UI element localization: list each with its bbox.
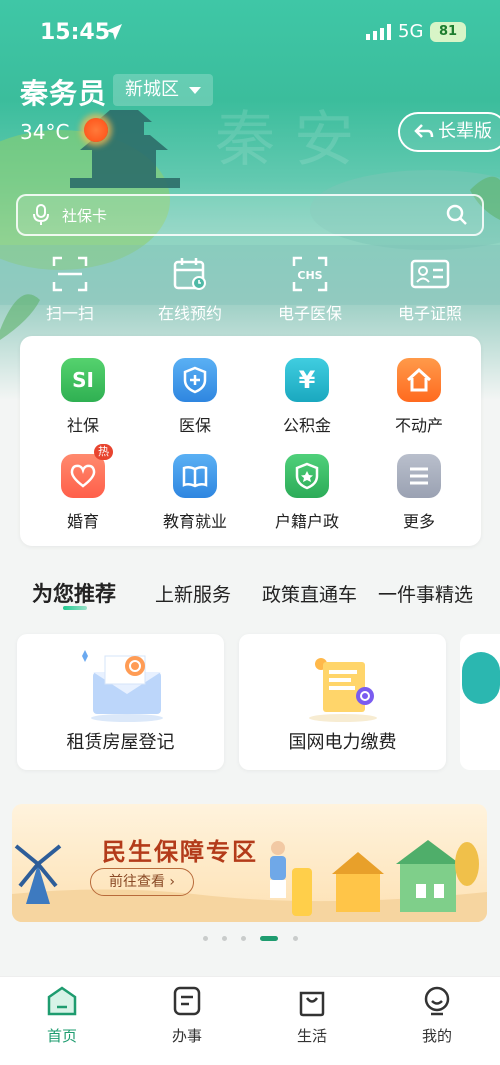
tab-active-indicator — [63, 606, 87, 610]
status-bar: 15:45 5G 81 — [0, 0, 500, 64]
tab-featured[interactable]: 一件事精选 — [378, 580, 473, 607]
elder-mode-label: 长辈版 — [438, 121, 492, 142]
service-household-registration[interactable]: 户籍户政 — [252, 454, 362, 532]
nav-home[interactable]: 首页 — [22, 985, 102, 1046]
envelope-search-icon — [82, 650, 163, 722]
carousel-dot[interactable] — [293, 936, 298, 941]
hot-badge: 热 — [94, 444, 113, 460]
carousel-dot[interactable] — [222, 936, 227, 941]
calendar-icon — [173, 258, 206, 290]
home-icon — [47, 986, 77, 1016]
yen-icon: ¥ — [285, 358, 329, 402]
service-label: 更多 — [402, 512, 435, 531]
service-label: 教育就业 — [162, 512, 227, 531]
nav-services[interactable]: 办事 — [147, 985, 227, 1046]
service-label: 社保 — [66, 416, 99, 435]
nav-life-label: 生活 — [296, 1027, 327, 1045]
service-medical-insurance[interactable]: 医保 — [140, 358, 250, 436]
quick-appointment-label: 在线预约 — [157, 304, 222, 323]
bill-search-icon — [309, 658, 377, 722]
service-label: 不动产 — [394, 416, 443, 435]
carousel-dot[interactable] — [203, 936, 208, 941]
card-electricity-payment[interactable]: 国网电力缴费 — [239, 634, 446, 770]
search-bar[interactable]: 社保卡 — [16, 194, 484, 236]
robot-icon — [462, 652, 500, 704]
user-name: 秦务员 — [20, 77, 108, 110]
service-education-employment[interactable]: 教育就业 — [140, 454, 250, 532]
card-next-peek[interactable] — [460, 634, 500, 770]
document-icon — [173, 986, 201, 1016]
sun-icon — [84, 118, 108, 142]
id-card-icon — [410, 259, 450, 289]
service-marriage-birth[interactable]: 热 婚育 — [28, 444, 138, 532]
nav-home-label: 首页 — [46, 1027, 77, 1045]
heart-icon: 热 — [61, 444, 113, 498]
smile-icon — [424, 986, 450, 1016]
service-label: 户籍户政 — [274, 512, 339, 531]
quick-medical-insurance-label: 电子医保 — [277, 304, 342, 323]
service-housing-fund[interactable]: ¥ 公积金 — [252, 358, 362, 436]
book-icon — [173, 454, 217, 498]
promo-banner[interactable]: 民生保障专区 前往查看 › — [12, 804, 487, 922]
service-label: 公积金 — [282, 416, 331, 435]
carousel-dot-active[interactable] — [260, 936, 278, 941]
quick-scan[interactable]: 扫一扫 — [10, 256, 130, 324]
quick-e-license[interactable]: 电子证照 — [370, 256, 490, 324]
quick-appointment[interactable]: 在线预约 — [130, 256, 250, 324]
service-label: 婚育 — [66, 512, 99, 531]
network-type: 5G — [398, 21, 424, 42]
carousel-indicator — [0, 934, 500, 944]
location-arrow-icon — [106, 24, 122, 40]
banner-view-button[interactable]: 前往查看 › — [90, 868, 194, 896]
search-input[interactable]: 社保卡 — [62, 205, 107, 226]
shield-plus-icon — [173, 358, 217, 402]
back-arrow-icon — [414, 124, 434, 138]
nav-services-label: 办事 — [171, 1027, 202, 1045]
microphone-icon[interactable] — [32, 204, 50, 226]
status-time: 15:45 — [40, 20, 111, 45]
services-panel: SI 社保 医保 ¥ 公积金 不动产 热 婚育 教育就业 户籍户政 更多 — [20, 336, 481, 546]
bag-icon — [299, 991, 325, 1017]
tab-new-services[interactable]: 上新服务 — [155, 580, 231, 607]
nav-mine-label: 我的 — [421, 1027, 452, 1045]
district-selector[interactable]: 新城区 — [113, 74, 213, 106]
svg-text:秦 安: 秦 安 — [215, 105, 354, 175]
temperature: 34°C — [20, 120, 70, 144]
nav-mine[interactable]: 我的 — [397, 985, 477, 1046]
quick-medical-insurance[interactable]: CHS 电子医保 — [250, 256, 370, 324]
carousel-dot[interactable] — [241, 936, 246, 941]
si-icon: SI — [61, 358, 105, 402]
badge-star-icon — [285, 454, 329, 498]
caret-down-icon — [189, 87, 201, 94]
quick-scan-label: 扫一扫 — [45, 304, 94, 323]
card-label: 租赁房屋登记 — [66, 732, 175, 753]
service-label: 医保 — [178, 416, 211, 435]
elder-mode-button[interactable]: 长辈版 — [398, 112, 500, 152]
quick-e-license-label: 电子证照 — [397, 304, 462, 323]
svg-text:CHS: CHS — [297, 269, 322, 282]
more-icon — [397, 454, 441, 498]
card-label: 国网电力缴费 — [288, 732, 397, 753]
chs-icon: CHS — [292, 256, 328, 292]
search-icon[interactable] — [446, 204, 468, 226]
district-label: 新城区 — [125, 79, 179, 100]
tab-policy[interactable]: 政策直通车 — [262, 580, 357, 607]
service-real-estate[interactable]: 不动产 — [364, 358, 474, 436]
bottom-nav: 首页 办事 生活 我的 — [0, 976, 500, 1065]
banner-title: 民生保障专区 — [102, 838, 258, 866]
card-rental-registration[interactable]: 租赁房屋登记 — [17, 634, 224, 770]
house-icon — [397, 358, 441, 402]
scan-icon — [52, 256, 88, 292]
battery-indicator: 81 — [430, 22, 466, 42]
service-social-security[interactable]: SI 社保 — [28, 358, 138, 436]
service-more[interactable]: 更多 — [364, 454, 474, 532]
tab-recommend[interactable]: 为您推荐 — [32, 578, 116, 608]
nav-life[interactable]: 生活 — [272, 985, 352, 1046]
signal-icon — [366, 24, 391, 40]
